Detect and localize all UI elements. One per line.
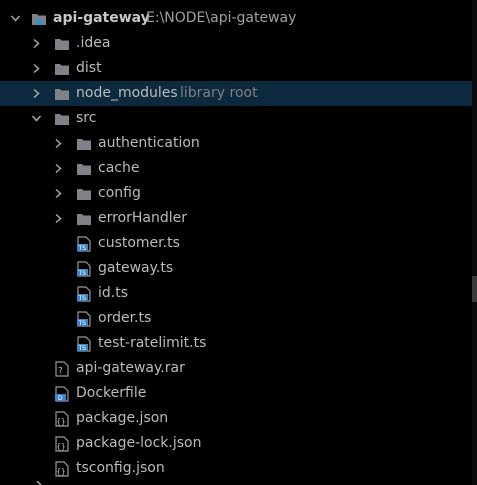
- file-label-package-json: package.json: [76, 410, 169, 426]
- project-folder-icon: [32, 14, 46, 25]
- tree-row-cache[interactable]: cache: [0, 156, 472, 181]
- project-path: E:\NODE\api-gateway: [146, 10, 297, 26]
- chevron-right-icon[interactable]: [53, 138, 64, 149]
- svg-text:{}: {}: [57, 467, 66, 476]
- tree-row-config[interactable]: config: [0, 181, 472, 206]
- project-name: api-gateway: [53, 10, 150, 26]
- folder-label-src: src: [76, 110, 97, 126]
- folder-icon: [77, 189, 91, 200]
- tree-row-gateway-ts[interactable]: TS gateway.ts: [0, 256, 472, 281]
- typescript-file-icon: TS: [77, 236, 91, 252]
- svg-text:TS: TS: [78, 345, 87, 352]
- folder-label-idea: .idea: [76, 35, 111, 51]
- folder-icon: [77, 164, 91, 175]
- chevron-right-icon[interactable]: [53, 163, 64, 174]
- folder-icon: [55, 114, 69, 125]
- folder-icon: [55, 89, 69, 100]
- tree-row-errorhandler[interactable]: errorHandler: [0, 206, 472, 231]
- file-label-gateway-ts: gateway.ts: [98, 260, 174, 276]
- folder-label-node-modules: node_modules: [76, 85, 178, 101]
- tree-row-project-root[interactable]: api-gateway E:\NODE\api-gateway: [0, 6, 472, 31]
- tree-row-test-ratelimit-ts[interactable]: TS test-ratelimit.ts: [0, 331, 472, 356]
- tree-row-customer-ts[interactable]: TS customer.ts: [0, 231, 472, 256]
- project-tree: api-gateway E:\NODE\api-gateway .idea di…: [0, 0, 477, 485]
- folder-label-config: config: [98, 185, 141, 201]
- folder-label-dist: dist: [76, 60, 102, 76]
- tree-row-api-gateway-rar[interactable]: ? api-gateway.rar: [0, 356, 472, 381]
- tree-row-dist[interactable]: dist: [0, 56, 472, 81]
- tree-row-src[interactable]: src: [0, 106, 472, 131]
- archive-file-icon: ?: [55, 361, 69, 377]
- chevron-down-icon[interactable]: [31, 113, 42, 124]
- folder-icon: [77, 139, 91, 150]
- tree-row-package-json[interactable]: {} package.json: [0, 406, 472, 431]
- svg-text:{}: {}: [57, 442, 66, 451]
- json-file-icon: {}: [55, 411, 69, 427]
- library-root-hint: library root: [180, 85, 258, 101]
- json-file-icon: {}: [55, 436, 69, 452]
- folder-icon: [77, 214, 91, 225]
- folder-icon: [55, 64, 69, 75]
- chevron-right-icon[interactable]: [31, 63, 42, 74]
- svg-text:TS: TS: [78, 245, 87, 252]
- folder-label-cache: cache: [98, 160, 140, 176]
- file-label-order-ts: order.ts: [98, 310, 152, 326]
- chevron-right-icon[interactable]: [36, 481, 43, 485]
- folder-label-errorhandler: errorHandler: [98, 210, 188, 226]
- chevron-right-icon[interactable]: [53, 213, 64, 224]
- svg-text:TS: TS: [78, 270, 87, 277]
- svg-text:?: ?: [58, 367, 63, 377]
- typescript-file-icon: TS: [77, 286, 91, 302]
- folder-icon: [55, 39, 69, 50]
- chevron-right-icon[interactable]: [31, 88, 42, 99]
- scrollbar-thumb[interactable]: [472, 276, 477, 302]
- folder-label-authentication: authentication: [98, 135, 200, 151]
- typescript-file-icon: TS: [77, 311, 91, 327]
- typescript-file-icon: TS: [77, 336, 91, 352]
- svg-text:TS: TS: [78, 320, 87, 327]
- dockerfile-icon: D: [55, 386, 69, 402]
- tree-row-order-ts[interactable]: TS order.ts: [0, 306, 472, 331]
- file-label-customer-ts: customer.ts: [98, 235, 180, 251]
- vertical-scrollbar[interactable]: [472, 0, 477, 485]
- tree-row-package-lock-json[interactable]: {} package-lock.json: [0, 431, 472, 456]
- tree-row-tsconfig-json[interactable]: {} tsconfig.json: [0, 456, 472, 481]
- json-file-icon: {}: [55, 461, 69, 477]
- file-label-dockerfile: Dockerfile: [76, 385, 147, 401]
- file-label-test-ratelimit-ts: test-ratelimit.ts: [98, 335, 207, 351]
- tree-row-idea[interactable]: .idea: [0, 31, 472, 56]
- file-label-tsconfig-json: tsconfig.json: [76, 460, 165, 476]
- svg-text:D: D: [58, 395, 63, 402]
- file-label-package-lock-json: package-lock.json: [76, 435, 202, 451]
- svg-text:TS: TS: [78, 295, 87, 302]
- tree-row-node-modules[interactable]: node_modules library root: [0, 81, 472, 106]
- chevron-down-icon[interactable]: [10, 13, 21, 24]
- tree-row-id-ts[interactable]: TS id.ts: [0, 281, 472, 306]
- tree-row-authentication[interactable]: authentication: [0, 131, 472, 156]
- tree-row-dockerfile[interactable]: D Dockerfile: [0, 381, 472, 406]
- file-label-id-ts: id.ts: [98, 285, 129, 301]
- typescript-file-icon: TS: [77, 261, 91, 277]
- chevron-right-icon[interactable]: [31, 38, 42, 49]
- chevron-right-icon[interactable]: [53, 188, 64, 199]
- svg-text:{}: {}: [57, 417, 66, 426]
- file-label-api-gateway-rar: api-gateway.rar: [76, 360, 185, 376]
